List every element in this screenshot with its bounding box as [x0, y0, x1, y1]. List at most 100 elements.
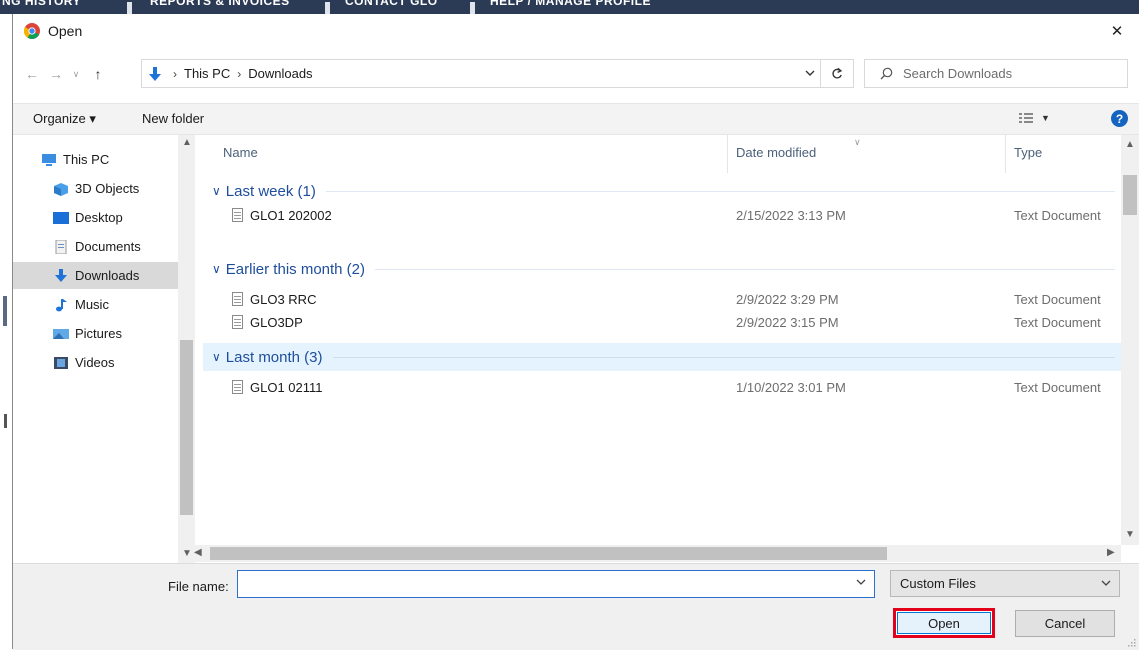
window-title: Open: [48, 23, 83, 39]
file-type: Text Document: [1014, 208, 1101, 223]
organize-button[interactable]: Organize ▾: [33, 111, 96, 127]
text-file-icon: [232, 315, 243, 329]
file-name: GLO1 202002: [250, 208, 332, 223]
recent-locations-button[interactable]: ∨: [69, 56, 83, 92]
scroll-up-icon[interactable]: ▲: [1125, 139, 1135, 150]
nav-item-3d-objects[interactable]: 3D Objects: [13, 175, 178, 202]
column-divider[interactable]: [1005, 135, 1006, 173]
file-date: 2/9/2022 3:15 PM: [736, 315, 839, 330]
file-row[interactable]: GLO1 202002 2/15/2022 3:13 PM Text Docum…: [203, 204, 1121, 226]
scroll-right-icon[interactable]: ▶: [1107, 547, 1115, 558]
scroll-down-icon[interactable]: ▼: [1125, 529, 1135, 540]
background-page-edge: [0, 14, 12, 649]
nav-item-desktop[interactable]: Desktop: [13, 204, 178, 231]
file-date: 2/15/2022 3:13 PM: [736, 208, 846, 223]
text-file-icon: [232, 208, 243, 222]
group-header[interactable]: ∨ Earlier this month (2): [203, 257, 1121, 281]
scrollbar-thumb[interactable]: [1123, 175, 1137, 215]
file-name-input[interactable]: [237, 570, 875, 598]
music-icon: [56, 298, 67, 311]
download-icon: [55, 268, 67, 282]
close-button[interactable]: ✕: [1095, 14, 1139, 48]
open-button-face: Open: [897, 612, 991, 634]
sort-chevron-icon: ∨: [854, 137, 861, 147]
file-name: GLO3DP: [250, 315, 303, 330]
refresh-button[interactable]: [820, 60, 853, 87]
nav-item-videos[interactable]: Videos: [13, 349, 178, 376]
resize-grip-icon[interactable]: [1128, 639, 1136, 647]
file-name-label: File name:: [168, 579, 229, 594]
cancel-button[interactable]: Cancel: [1015, 610, 1115, 637]
toolbar: Organize ▾ New folder ▼ ?: [13, 103, 1139, 135]
nav-item-music[interactable]: Music: [13, 291, 178, 318]
file-row[interactable]: GLO1 02111 1/10/2022 3:01 PM Text Docume…: [203, 376, 1121, 398]
details-view-icon: [1019, 113, 1033, 123]
group-divider: [375, 268, 1115, 270]
arrow-left-icon: ←: [25, 66, 39, 82]
title-bar: Open ✕: [13, 14, 1139, 48]
chevron-down-icon: ∨: [212, 184, 221, 198]
nav-item-documents[interactable]: Documents: [13, 233, 178, 260]
chrome-icon: [24, 23, 40, 39]
nav-item-label: Downloads: [75, 268, 140, 283]
bg-tab: REPORTS & INVOICES: [150, 0, 290, 8]
cube-icon: [54, 182, 68, 196]
file-date: 1/10/2022 3:01 PM: [736, 380, 846, 395]
nav-item-label: Desktop: [75, 210, 123, 225]
column-header-type[interactable]: Type: [1014, 145, 1042, 160]
open-button[interactable]: Open: [893, 608, 995, 638]
nav-item-label: Music: [75, 297, 109, 312]
scroll-up-icon[interactable]: ▲: [182, 137, 192, 148]
group-label: Last week (1): [225, 182, 316, 200]
refresh-icon: [832, 67, 843, 79]
chevron-down-icon: ∨: [72, 68, 80, 79]
search-input[interactable]: Search Downloads: [903, 66, 1012, 81]
bg-tab-separator: [470, 2, 475, 14]
file-list-horizontal-scrollbar[interactable]: ◀ ▶: [191, 545, 1121, 562]
open-file-dialog: Open ✕ ← → ∨ ↑ › This PC › Downloads Sea…: [12, 14, 1139, 650]
address-bar[interactable]: › This PC › Downloads: [141, 59, 854, 88]
group-header[interactable]: ∨ Last week (1): [203, 179, 1121, 203]
navigation-pane: This PC 3D Objects Desktop Documents Dow…: [13, 135, 195, 563]
scrollbar-thumb[interactable]: [180, 340, 193, 515]
back-button[interactable]: ←: [21, 56, 43, 92]
text-file-icon: [232, 380, 243, 394]
breadcrumb-downloads[interactable]: Downloads: [248, 66, 312, 81]
file-row[interactable]: GLO3DP 2/9/2022 3:15 PM Text Document: [203, 311, 1121, 333]
search-box[interactable]: Search Downloads: [864, 59, 1128, 88]
chevron-down-icon: ∨: [212, 350, 221, 364]
arrow-right-icon: →: [49, 66, 63, 82]
chevron-down-icon[interactable]: [856, 577, 866, 587]
file-date: 2/9/2022 3:29 PM: [736, 292, 839, 307]
file-type: Text Document: [1014, 315, 1101, 330]
new-folder-button[interactable]: New folder: [142, 111, 204, 126]
nav-item-pictures[interactable]: Pictures: [13, 320, 178, 347]
chevron-down-icon[interactable]: [805, 67, 815, 79]
background-page-nav: NG HISTORY REPORTS & INVOICES CONTACT GL…: [0, 0, 1139, 14]
file-list-vertical-scrollbar[interactable]: ▲ ▼: [1121, 135, 1139, 545]
up-button[interactable]: ↑: [87, 56, 109, 92]
nav-item-this-pc[interactable]: This PC: [13, 146, 178, 173]
file-row[interactable]: GLO3 RRC 2/9/2022 3:29 PM Text Document: [203, 288, 1121, 310]
breadcrumb-this-pc[interactable]: This PC: [184, 66, 230, 81]
navigation-bar: ← → ∨ ↑ › This PC › Downloads Search Dow…: [13, 56, 1139, 92]
help-button[interactable]: ?: [1111, 110, 1128, 127]
group-label: Last month (3): [225, 348, 323, 366]
nav-pane-scrollbar[interactable]: ▲ ▼: [178, 135, 195, 563]
scrollbar-thumb[interactable]: [210, 547, 887, 560]
scroll-left-icon[interactable]: ◀: [194, 547, 202, 558]
nav-item-label: Documents: [75, 239, 141, 254]
column-divider[interactable]: [727, 135, 728, 173]
forward-button[interactable]: →: [45, 56, 67, 92]
file-name: GLO1 02111: [250, 380, 323, 395]
nav-item-downloads[interactable]: Downloads: [13, 262, 178, 289]
bg-tab: CONTACT GLO: [345, 0, 438, 8]
file-type-filter-select[interactable]: Custom Files: [890, 570, 1120, 597]
documents-icon: [55, 239, 67, 254]
change-view-button[interactable]: ▼: [1019, 112, 1050, 124]
close-icon: ✕: [1110, 23, 1124, 40]
column-header-name[interactable]: Name: [223, 145, 258, 160]
column-header-date[interactable]: Date modified: [736, 145, 816, 160]
group-header[interactable]: ∨ Last month (3): [203, 343, 1121, 371]
bg-mark: [4, 414, 7, 428]
